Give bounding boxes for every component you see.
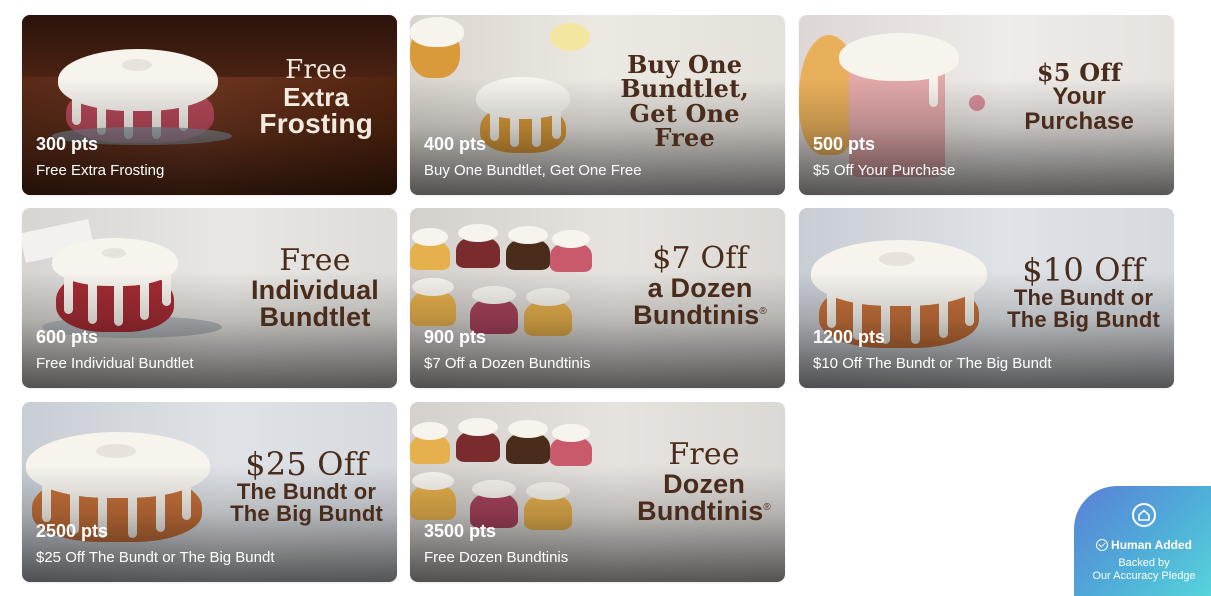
reward-points: 900 pts xyxy=(424,327,487,347)
reward-card[interactable]: $10 Off The Bundt or The Big Bundt 1200 … xyxy=(799,208,1174,388)
reward-headline: Free Individual Bundtlet xyxy=(250,243,379,333)
reward-description: Free Extra Frosting xyxy=(36,162,165,179)
reward-card[interactable]: $7 Off a Dozen Bundtinis® 900 pts $7 Off… xyxy=(410,208,785,388)
reward-points: 300 pts xyxy=(36,134,99,154)
reward-description: $5 Off Your Purchase xyxy=(813,162,956,179)
reward-card[interactable]: $25 Off The Bundt or The Big Bundt 2500 … xyxy=(22,402,397,582)
reward-points: 600 pts xyxy=(36,327,99,347)
reward-headline: Free Extra Frosting xyxy=(259,55,373,140)
reward-headline: Free Dozen Bundtinis® xyxy=(637,437,771,527)
reward-points: 1200 pts xyxy=(813,327,886,347)
check-circle-icon xyxy=(1096,539,1109,551)
rewards-grid: Free Extra Frosting 300 pts Free Extra F… xyxy=(22,15,1174,582)
reward-points: 500 pts xyxy=(813,134,876,154)
badge-title: Human Added xyxy=(1074,538,1211,552)
reward-description: Buy One Bundtlet, Get One Free xyxy=(424,162,642,179)
reward-headline: $5 Off Your Purchase xyxy=(1024,58,1134,135)
reward-points: 2500 pts xyxy=(36,521,109,541)
reward-description: Free Dozen Bundtinis xyxy=(424,549,569,566)
badge-subtitle: Backed by Our Accuracy Pledge xyxy=(1092,557,1196,582)
shield-home-icon xyxy=(1132,503,1156,527)
human-added-badge[interactable]: Human Added Backed by Our Accuracy Pledg… xyxy=(1071,483,1211,596)
reward-description: $25 Off The Bundt or The Big Bundt xyxy=(36,549,275,566)
reward-description: $7 Off a Dozen Bundtinis xyxy=(424,355,591,372)
reward-description: $10 Off The Bundt or The Big Bundt xyxy=(813,355,1052,372)
reward-headline: $10 Off The Bundt or The Big Bundt xyxy=(1007,251,1160,333)
reward-headline: $25 Off The Bundt or The Big Bundt xyxy=(230,445,383,527)
reward-headline: $7 Off a Dozen Bundtinis® xyxy=(633,241,767,331)
reward-card[interactable]: $5 Off Your Purchase 500 pts $5 Off Your… xyxy=(799,15,1174,195)
reward-points: 400 pts xyxy=(424,134,487,154)
reward-description: Free Individual Bundtlet xyxy=(36,355,194,372)
reward-points: 3500 pts xyxy=(424,521,497,541)
reward-card[interactable]: Free Extra Frosting 300 pts Free Extra F… xyxy=(22,15,397,195)
reward-headline: Buy One Bundtlet, Get One Free xyxy=(620,50,749,153)
reward-card[interactable]: Free Individual Bundtlet 600 pts Free In… xyxy=(22,208,397,388)
reward-card[interactable]: Buy One Bundtlet, Get One Free 400 pts B… xyxy=(410,15,785,195)
reward-card[interactable]: Free Dozen Bundtinis® 3500 pts Free Doze… xyxy=(410,402,785,582)
